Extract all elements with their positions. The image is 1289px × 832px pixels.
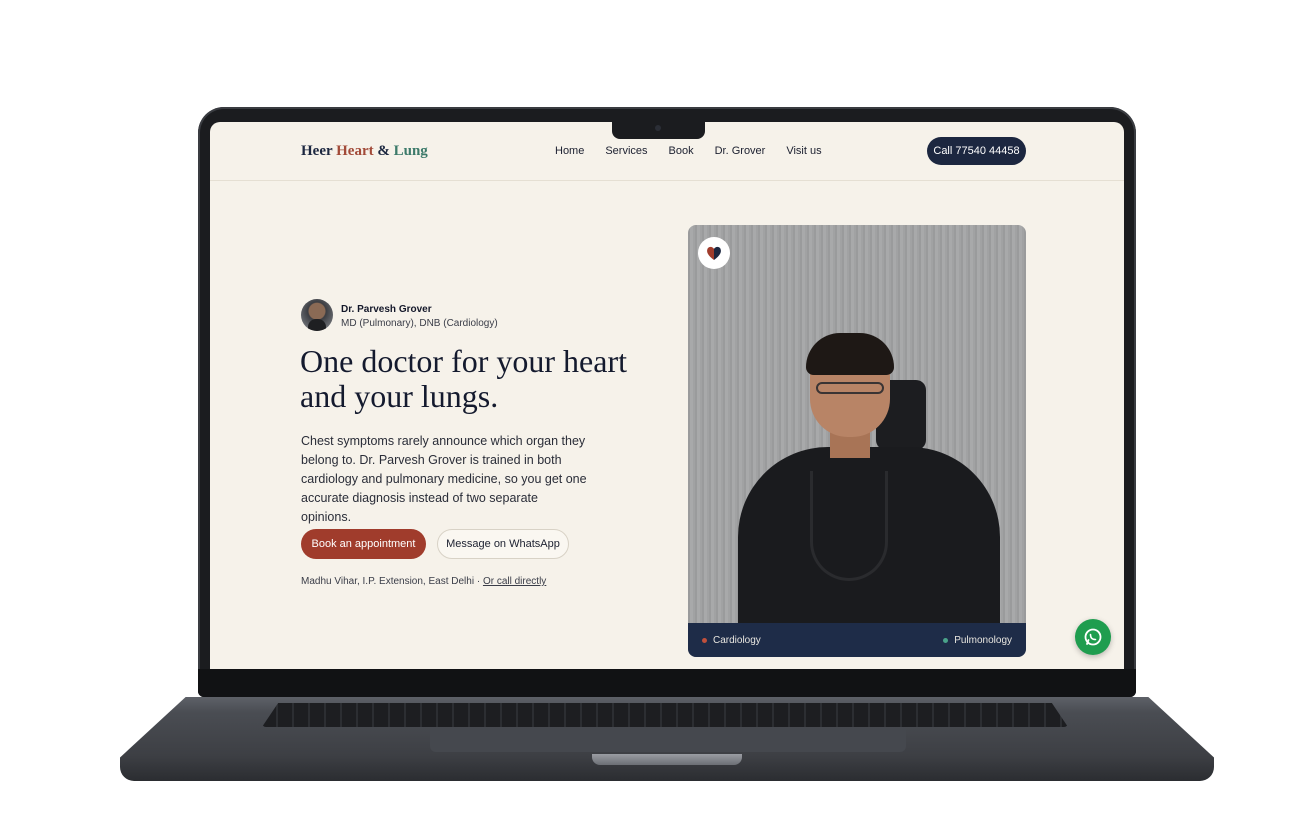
webcam-icon [655,125,661,131]
laptop-keyboard [262,703,1068,727]
nav-link-home[interactable]: Home [555,145,584,157]
clinic-address: Madhu Vihar, I.P. Extension, East Delhi … [301,576,546,587]
hero-headline: One doctor for your heart and your lungs… [300,343,627,414]
cardiology-tag: Cardiology [702,635,761,646]
whatsapp-icon[interactable] [1075,619,1111,655]
website-screen: Heer Heart & Lung Home Services Book Dr.… [210,122,1124,669]
nav-link-dr-grover[interactable]: Dr. Grover [715,145,766,157]
nav-link-services[interactable]: Services [605,145,647,157]
doctor-avatar [301,299,333,331]
laptop-trackpad [430,728,906,752]
photo-doctor-hair [806,333,894,375]
doctor-photo-card: Cardiology Pulmonology [688,225,1026,657]
hero-description: Chest symptoms rarely announce which org… [301,434,587,524]
nav-link-book[interactable]: Book [669,145,694,157]
stethoscope-icon [810,471,888,581]
laptop-chin [198,669,1136,697]
whatsapp-message-button[interactable]: Message on WhatsApp [437,529,569,559]
main-nav: Home Services Book Dr. Grover Visit us [555,145,822,157]
site-logo[interactable]: Heer Heart & Lung [301,143,428,160]
logo-word-lung: Lung [393,143,428,159]
call-button[interactable]: Call 77540 44458 [927,137,1026,165]
doctor-name: Dr. Parvesh Grover [341,304,432,315]
logo-ampersand: & [377,143,390,159]
cardiology-dot [702,637,707,643]
laptop-lip [592,754,742,765]
pulmonology-tag: Pulmonology [943,635,1012,646]
heart-lung-logo-icon [698,237,730,269]
specialty-strip: Cardiology Pulmonology [688,623,1026,657]
nav-link-visit-us[interactable]: Visit us [786,145,821,157]
doctor-credentials: MD (Pulmonary), DNB (Cardiology) [341,318,498,329]
pulmonology-label: Pulmonology [954,634,1012,646]
logo-word-heart: Heart [336,143,374,159]
logo-word-heer: Heer [301,143,333,159]
photo-doctor-glasses [816,382,884,394]
cardiology-label: Cardiology [713,634,761,646]
address-text: Madhu Vihar, I.P. Extension, East Delhi … [301,576,483,587]
book-appointment-button[interactable]: Book an appointment [301,529,426,559]
pulmonology-dot [943,637,949,643]
call-directly-link[interactable]: Or call directly [483,576,546,587]
